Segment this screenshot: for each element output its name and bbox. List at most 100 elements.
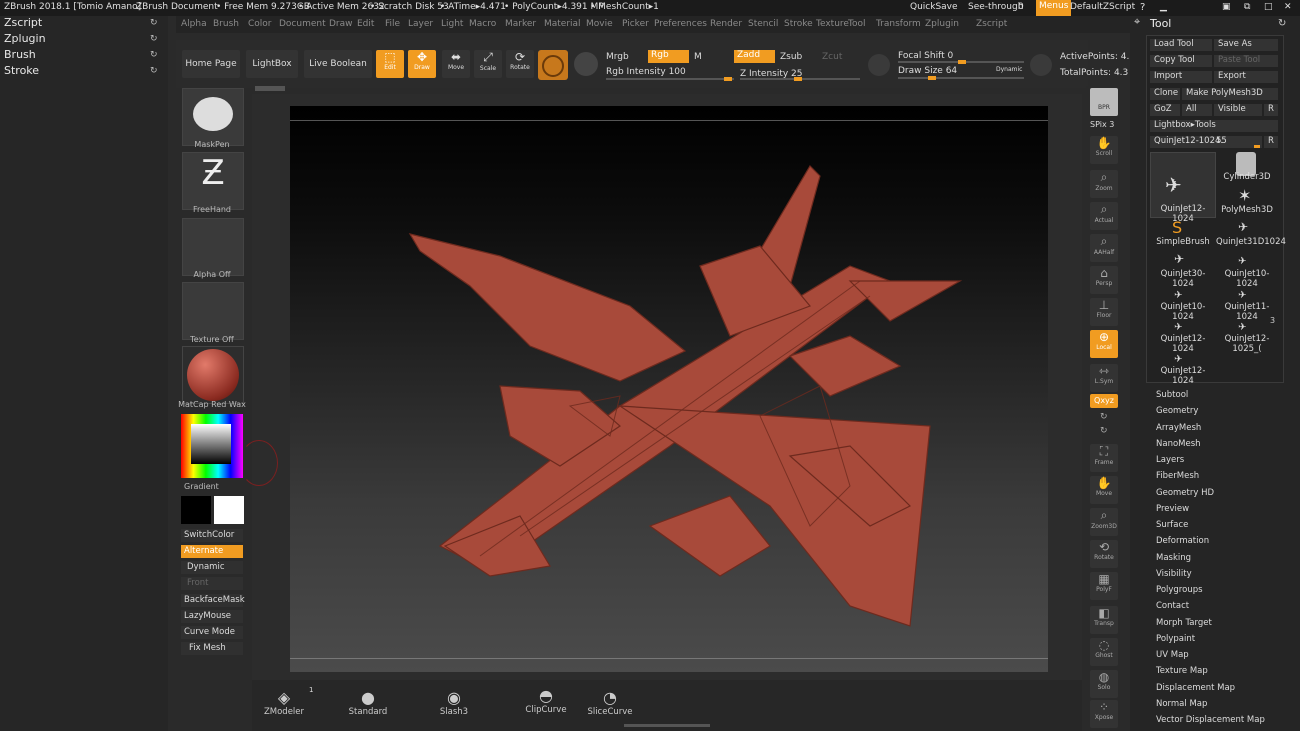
zoom-button[interactable]: ⌕ Zoom (1090, 170, 1118, 198)
secondary-color-swatch[interactable] (214, 496, 244, 524)
transp-button[interactable]: ◧ Transp (1090, 606, 1118, 634)
maximize-icon[interactable]: □ (1264, 2, 1273, 12)
edit-button[interactable]: ⬚ Edit (376, 50, 404, 78)
color-picker[interactable] (181, 414, 243, 478)
lightbox-button[interactable]: LightBox (246, 50, 298, 78)
subpalette-contact[interactable]: Contact (1156, 601, 1189, 611)
main-color-swatch[interactable] (181, 496, 211, 524)
dynamic-toggle[interactable]: Dynamic (996, 66, 1022, 73)
tray-scrollbar[interactable] (624, 724, 710, 727)
minimize-icon[interactable]: ▁ (1160, 2, 1167, 12)
canvas-scrollbar[interactable] (255, 86, 285, 91)
goz-button[interactable]: GoZ (1150, 104, 1180, 116)
subpalette-surface[interactable]: Surface (1156, 520, 1188, 530)
subpalette-visibility[interactable]: Visibility (1156, 569, 1192, 579)
clipcurve-brush[interactable]: ◓ ClipCurve (516, 686, 576, 715)
freehand-stroke[interactable]: Ƶ (182, 152, 244, 210)
menu-draw[interactable]: Draw (329, 19, 353, 29)
material-selector[interactable] (182, 346, 244, 404)
jet-icon[interactable]: ✈ (1238, 220, 1248, 234)
front-button[interactable]: Front (181, 577, 243, 590)
see-through-label[interactable]: See-through (968, 2, 1023, 12)
menu-stroke[interactable]: Stroke (784, 19, 813, 29)
solo-button[interactable]: ◍ Solo (1090, 670, 1118, 698)
close-icon[interactable]: ✕ (1284, 2, 1292, 12)
menu-texture[interactable]: Texture (816, 19, 849, 29)
switchcolor-button[interactable]: SwitchColor (181, 529, 243, 542)
goz-visible-button[interactable]: Visible (1214, 104, 1262, 116)
subpalette-morph-target[interactable]: Morph Target (1156, 618, 1212, 628)
draw-button[interactable]: ✥ Draw (408, 50, 436, 78)
subpalette-vector-displacement-map[interactable]: Vector Displacement Map (1156, 715, 1265, 725)
tool-tile-label[interactable]: QuinJet30-1024 (1152, 269, 1214, 299)
menu-color[interactable]: Color (248, 19, 272, 29)
restore-icon[interactable]: ⧉ (1244, 2, 1250, 12)
persp-button[interactable]: ⌂ Persp (1090, 266, 1118, 294)
subpalette-deformation[interactable]: Deformation (1156, 536, 1209, 546)
subpalette-preview[interactable]: Preview (1156, 504, 1189, 514)
menus-button[interactable]: Menus (1036, 0, 1072, 16)
tool-tile-label[interactable]: QuinJet12-1024 (1152, 334, 1214, 364)
load-tool-button[interactable]: Load Tool (1150, 39, 1212, 51)
clone-button[interactable]: Clone (1150, 88, 1180, 100)
tool-tile-label[interactable]: QuinJet11-1024 (1216, 302, 1278, 332)
rotate-z-icon[interactable]: ↻ (1100, 426, 1108, 436)
floor-button[interactable]: ⊥ Floor (1090, 298, 1118, 326)
color-mode-icon[interactable] (574, 52, 598, 76)
alternate-button[interactable]: Alternate (181, 545, 243, 558)
maskpen-brush[interactable] (182, 88, 244, 146)
subpalette-geometry-hd[interactable]: Geometry HD (1156, 488, 1214, 498)
menu-layer[interactable]: Layer (408, 19, 433, 29)
local-button[interactable]: ⊕ Local (1090, 330, 1118, 358)
goz-r-button[interactable]: R (1264, 104, 1278, 116)
menu-macro[interactable]: Macro (469, 19, 496, 29)
menu-brush[interactable]: Brush (213, 19, 239, 29)
scroll-button[interactable]: ✋ Scroll (1090, 136, 1118, 164)
alpha-selector[interactable] (182, 218, 244, 276)
jet-icon[interactable]: ✈ (1238, 256, 1246, 267)
menu-picker[interactable]: Picker (622, 19, 649, 29)
simplebrush-icon[interactable]: S (1172, 218, 1182, 237)
current-tool-slider[interactable]: QuinJet12-1024. 55 (1150, 136, 1262, 148)
focal-shift-icon[interactable] (868, 54, 890, 76)
tool-tile-label[interactable]: QuinJet10-1024 (1152, 302, 1214, 332)
make-polymesh-button[interactable]: Make PolyMesh3D (1182, 88, 1278, 100)
export-button[interactable]: Export (1214, 71, 1278, 83)
slash3-brush[interactable]: ◉ Slash3 (424, 688, 484, 717)
menu-zplugin[interactable]: Zplugin (925, 19, 959, 29)
gradient-label[interactable]: Gradient (184, 482, 256, 491)
curvemode-button[interactable]: Curve Mode (181, 626, 243, 639)
scale-button[interactable]: ⤢ Scale (474, 50, 502, 78)
lazymouse-button[interactable]: LazyMouse (181, 610, 243, 623)
refresh-icon[interactable]: ↻ (150, 50, 158, 60)
bpr-button[interactable]: BPR (1090, 88, 1118, 116)
subpalette-nanomesh[interactable]: NanoMesh (1156, 439, 1201, 449)
subpalette-displacement-map[interactable]: Displacement Map (1156, 683, 1235, 693)
standard-brush[interactable]: ● Standard (338, 688, 398, 717)
refresh-icon[interactable]: ↻ (1278, 18, 1286, 29)
polymesh-star-icon[interactable]: ✶ (1238, 186, 1251, 205)
lightbox-tools-button[interactable]: Lightbox▸Tools (1150, 120, 1278, 132)
move-view-button[interactable]: ✋ Move (1090, 476, 1118, 504)
mrgb-button[interactable]: Mrgb (606, 52, 629, 62)
subpalette-geometry[interactable]: Geometry (1156, 406, 1198, 416)
jet-icon[interactable]: ✈ (1174, 354, 1182, 365)
spix-slider[interactable]: SPix 3 (1090, 120, 1114, 129)
menu-document[interactable]: Document (279, 19, 326, 29)
menu-light[interactable]: Light (441, 19, 463, 29)
quinjet-model[interactable] (290, 106, 1048, 672)
rotate-y-icon[interactable]: ↻ (1100, 412, 1108, 422)
jet-icon[interactable]: ✈ (1238, 322, 1246, 333)
menu-render[interactable]: Render (710, 19, 742, 29)
draw-size-slider[interactable]: Draw Size 64 (898, 66, 957, 76)
xyz-button[interactable]: Qxyz (1090, 394, 1118, 408)
tool-tile-label[interactable]: QuinJet31D1024 (1216, 237, 1286, 267)
import-button[interactable]: Import (1150, 71, 1212, 83)
rgb-intensity-track[interactable] (606, 77, 734, 81)
subpalette-arraymesh[interactable]: ArrayMesh (1156, 423, 1201, 433)
focal-shift-track[interactable] (898, 60, 1024, 64)
jet-icon[interactable]: ✈ (1174, 290, 1182, 301)
rgb-button[interactable]: Rgb (648, 50, 689, 63)
menu-tool[interactable]: Tool (848, 19, 865, 29)
goz-all-button[interactable]: All (1182, 104, 1212, 116)
